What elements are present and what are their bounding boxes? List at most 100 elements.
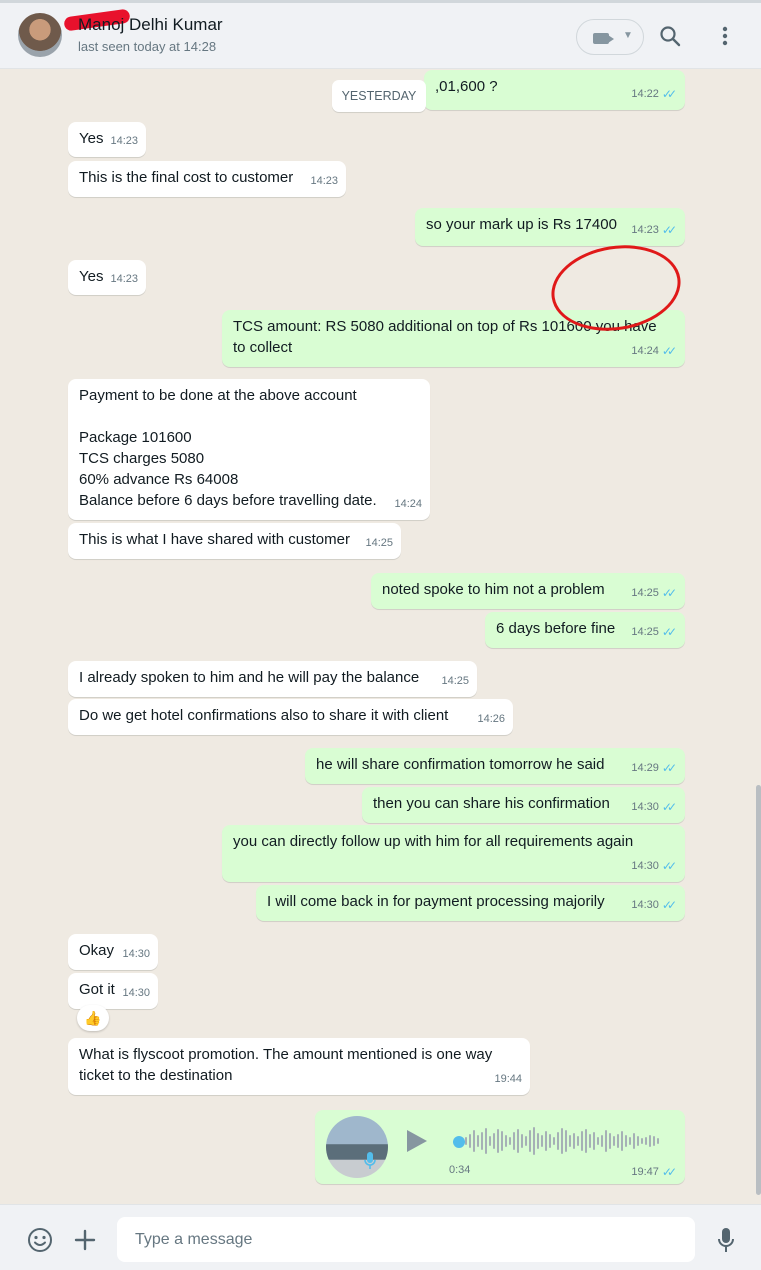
- message-time: 14:26: [477, 713, 505, 725]
- waveform-bar: [469, 1134, 471, 1148]
- message-bubble-outgoing[interactable]: ,01,600 ? 14:22 ✓✓: [424, 70, 685, 110]
- message-time: 14:25: [631, 587, 659, 599]
- read-ticks-icon: ✓✓: [661, 87, 677, 101]
- waveform-bar: [481, 1132, 483, 1150]
- read-ticks-icon: ✓✓: [661, 625, 677, 639]
- waveform-bar: [593, 1132, 595, 1150]
- message-bubble-incoming[interactable]: Yes 14:23: [68, 260, 146, 295]
- message-bubble-outgoing[interactable]: I will come back in for payment processi…: [256, 885, 685, 921]
- waveform-bar: [597, 1137, 599, 1145]
- waveform-bar: [521, 1134, 523, 1148]
- message-time: 14:30: [122, 987, 150, 999]
- message-bubble-outgoing[interactable]: he will share confirmation tomorrow he s…: [305, 748, 685, 784]
- voice-duration: 0:34: [449, 1164, 471, 1176]
- message-time: 14:24: [394, 498, 422, 510]
- message-text: Payment to be done at the above account …: [79, 387, 377, 509]
- message-bubble-outgoing[interactable]: noted spoke to him not a problem 14:25 ✓✓: [371, 573, 685, 609]
- message-time: 14:23: [310, 175, 338, 187]
- waveform-bar: [541, 1135, 543, 1147]
- message-bubble-incoming[interactable]: Payment to be done at the above account …: [68, 379, 430, 520]
- message-time: 14:30: [631, 899, 659, 911]
- waveform-bar: [657, 1138, 659, 1144]
- search-icon[interactable]: [656, 22, 684, 50]
- message-bubble-incoming[interactable]: Yes 14:23: [68, 122, 146, 157]
- waveform-bar: [589, 1134, 591, 1148]
- message-bubble-incoming[interactable]: Got it 14:30: [68, 973, 158, 1009]
- message-bubble-incoming[interactable]: Do we get hotel confirmations also to sh…: [68, 699, 513, 735]
- message-text: he will share confirmation tomorrow he s…: [316, 756, 605, 773]
- waveform-bar: [505, 1135, 507, 1147]
- chevron-down-icon: ▼: [623, 30, 633, 41]
- contact-name[interactable]: Manoj Delhi Kumar: [78, 15, 223, 35]
- waveform-bar: [537, 1133, 539, 1149]
- waveform-bar: [649, 1135, 651, 1147]
- message-time: 14:23: [110, 135, 138, 147]
- menu-dots-icon[interactable]: [711, 22, 739, 50]
- message-text: you can directly follow up with him for …: [233, 833, 634, 850]
- waveform-bar: [533, 1127, 535, 1155]
- waveform-bar: [509, 1137, 511, 1145]
- message-time: 14:30: [631, 860, 659, 872]
- read-ticks-icon: ✓✓: [661, 586, 677, 600]
- message-list[interactable]: ,01,600 ? 14:22 ✓✓ YESTERDAY Yes 14:23 Th…: [0, 70, 757, 1204]
- waveform-bar: [501, 1131, 503, 1151]
- message-time: 14:24: [631, 345, 659, 357]
- message-time: 14:25: [365, 537, 393, 549]
- waveform-bar: [617, 1134, 619, 1148]
- voice-waveform[interactable]: [465, 1126, 661, 1156]
- message-text: Do we get hotel confirmations also to sh…: [79, 707, 449, 724]
- voice-note-bubble[interactable]: 0:34 19:47 ✓✓: [315, 1110, 685, 1184]
- waveform-bar: [573, 1133, 575, 1149]
- message-bubble-incoming[interactable]: This is what I have shared with customer…: [68, 523, 401, 559]
- attach-plus-icon[interactable]: [70, 1225, 100, 1255]
- play-icon[interactable]: [407, 1130, 427, 1152]
- video-call-button[interactable]: ▼: [576, 19, 644, 55]
- message-time: 14:30: [631, 801, 659, 813]
- message-bubble-outgoing[interactable]: so your mark up is Rs 17400 14:23 ✓✓: [415, 208, 685, 246]
- contact-avatar[interactable]: [18, 13, 62, 57]
- message-time: 14:25: [631, 626, 659, 638]
- waveform-bar: [549, 1134, 551, 1148]
- waveform-bar: [477, 1135, 479, 1147]
- message-bubble-outgoing[interactable]: 6 days before fine 14:25 ✓✓: [485, 612, 685, 648]
- message-bubble-outgoing[interactable]: you can directly follow up with him for …: [222, 825, 685, 882]
- waveform-bar: [581, 1131, 583, 1151]
- waveform-bar: [605, 1130, 607, 1152]
- waveform-bar: [473, 1130, 475, 1152]
- waveform-bar: [465, 1137, 467, 1145]
- message-time: 14:22: [631, 88, 659, 100]
- message-bubble-incoming[interactable]: What is flyscoot promotion. The amount m…: [68, 1038, 530, 1095]
- read-ticks-icon: ✓✓: [661, 1165, 677, 1179]
- message-time: 14:30: [122, 948, 150, 960]
- read-ticks-icon: ✓✓: [661, 344, 677, 358]
- waveform-bar: [609, 1133, 611, 1149]
- waveform-bar: [529, 1130, 531, 1152]
- message-time: 14:23: [110, 273, 138, 285]
- waveform-bar: [653, 1136, 655, 1146]
- waveform-bar: [645, 1137, 647, 1145]
- message-time: 19:44: [494, 1073, 522, 1085]
- playback-position-handle[interactable]: [453, 1136, 465, 1148]
- message-bubble-outgoing[interactable]: then you can share his confirmation 14:3…: [362, 787, 685, 823]
- video-call-icon: [593, 33, 609, 44]
- waveform-bar: [637, 1136, 639, 1146]
- message-bubble-incoming[interactable]: I already spoken to him and he will pay …: [68, 661, 477, 697]
- message-bubble-incoming[interactable]: This is the final cost to customer 14:23: [68, 161, 346, 197]
- message-text: What is flyscoot promotion. The amount m…: [79, 1046, 497, 1084]
- message-bubble-incoming[interactable]: Okay 14:30: [68, 934, 158, 970]
- chat-header: Manoj Delhi Kumar last seen today at 14:…: [0, 3, 761, 69]
- message-time: 14:29: [631, 762, 659, 774]
- message-text: This is what I have shared with customer: [79, 531, 350, 548]
- message-input[interactable]: [117, 1217, 695, 1262]
- waveform-bar: [497, 1129, 499, 1153]
- waveform-bar: [569, 1135, 571, 1147]
- thumbs-up-reaction-icon[interactable]: 👍: [77, 1005, 109, 1031]
- read-ticks-icon: ✓✓: [661, 223, 677, 237]
- waveform-bar: [601, 1135, 603, 1147]
- message-composer: [0, 1204, 761, 1270]
- read-ticks-icon: ✓✓: [661, 761, 677, 775]
- microphone-icon[interactable]: [711, 1225, 741, 1255]
- waveform-bar: [485, 1128, 487, 1154]
- scrollbar[interactable]: [756, 785, 761, 1195]
- emoji-icon[interactable]: [25, 1225, 55, 1255]
